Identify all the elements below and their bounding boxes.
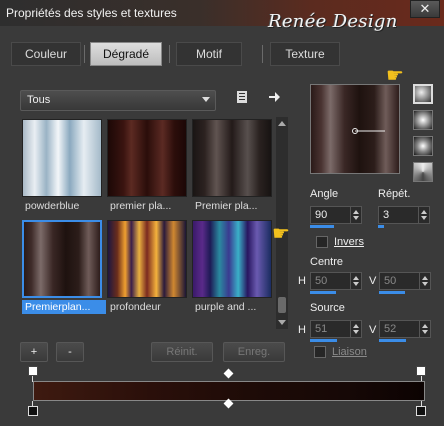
tab-divider bbox=[84, 45, 85, 63]
gradient-thumb-premier-plan[interactable] bbox=[107, 119, 187, 197]
radial-style-button[interactable] bbox=[413, 136, 433, 156]
source-h-value: 51 bbox=[315, 323, 328, 335]
pointing-hand-icon: ☛ bbox=[386, 65, 404, 87]
scroll-down-icon[interactable] bbox=[278, 320, 286, 325]
watermark: Renée Design bbox=[268, 11, 398, 32]
repeat-value: 3 bbox=[383, 209, 390, 221]
center-h-label: H bbox=[298, 275, 306, 287]
gradient-bar[interactable] bbox=[33, 381, 425, 401]
center-h-slider[interactable] bbox=[310, 291, 336, 294]
center-v-input[interactable]: 50 bbox=[379, 272, 431, 290]
repeat-label: Répét. bbox=[378, 188, 411, 200]
source-v-slider[interactable] bbox=[379, 339, 406, 342]
linear-style-button[interactable] bbox=[413, 84, 433, 104]
angle-input[interactable]: 90 bbox=[310, 206, 362, 224]
gradient-caption: Premierplan... bbox=[22, 300, 106, 314]
tab-divider bbox=[169, 45, 170, 63]
source-h-input[interactable]: 51 bbox=[310, 320, 362, 338]
link-label: Liaison bbox=[332, 346, 367, 358]
invert-label: Invers bbox=[334, 236, 364, 248]
angle-spinner[interactable] bbox=[350, 207, 361, 223]
tab-couleur[interactable]: Couleur bbox=[11, 42, 81, 66]
tab-degrade[interactable]: Dégradé bbox=[90, 42, 162, 66]
tab-texture[interactable]: Texture bbox=[270, 42, 340, 66]
center-v-spinner[interactable] bbox=[419, 273, 430, 289]
chevron-down-icon bbox=[202, 97, 210, 102]
angle-handle-icon bbox=[352, 128, 385, 134]
gradient-caption: Premier pla... bbox=[195, 200, 258, 212]
remove-gradient-button[interactable]: - bbox=[56, 342, 84, 362]
gradient-thumb-powderblue[interactable] bbox=[22, 119, 102, 197]
center-v-slider[interactable] bbox=[379, 291, 405, 294]
category-select-value: Tous bbox=[27, 94, 51, 106]
repeat-input[interactable]: 3 bbox=[378, 206, 430, 224]
center-h-value: 50 bbox=[315, 275, 328, 287]
opacity-stop-right[interactable] bbox=[416, 366, 426, 376]
gradient-thumb-profondeur[interactable] bbox=[107, 220, 187, 298]
gradient-thumb-purple-and[interactable] bbox=[192, 220, 272, 298]
source-v-input[interactable]: 52 bbox=[379, 320, 431, 338]
repeat-spinner[interactable] bbox=[418, 207, 429, 223]
opacity-stop-left[interactable] bbox=[28, 366, 38, 376]
category-select[interactable]: Tous bbox=[20, 90, 216, 111]
arrow-right-icon[interactable] bbox=[265, 90, 283, 108]
gradient-thumb-premier-plan-2[interactable] bbox=[192, 119, 272, 197]
angle-label: Angle bbox=[310, 188, 339, 200]
window-title: Propriétés des styles et textures bbox=[6, 6, 177, 20]
source-h-spinner[interactable] bbox=[350, 321, 361, 337]
source-h-label: H bbox=[298, 324, 306, 336]
gradient-caption: profondeur bbox=[110, 301, 161, 313]
tab-motif[interactable]: Motif bbox=[176, 42, 242, 66]
close-button[interactable]: ✕ bbox=[410, 0, 440, 18]
center-label: Centre bbox=[310, 256, 344, 268]
link-checkbox[interactable] bbox=[314, 346, 326, 358]
angle-value: 90 bbox=[315, 209, 328, 221]
scroll-thumb[interactable] bbox=[278, 297, 286, 313]
pointing-hand-icon: ☛ bbox=[272, 223, 290, 245]
tab-bar: Couleur Dégradé Motif Texture bbox=[0, 42, 444, 68]
gradient-caption: purple and ... bbox=[195, 301, 257, 313]
source-label: Source bbox=[310, 302, 345, 314]
opacity-midpoint[interactable] bbox=[223, 368, 234, 379]
tab-divider bbox=[262, 45, 263, 63]
gradient-library: powderblue premier pla... Premier pla...… bbox=[20, 117, 274, 329]
center-v-label: V bbox=[369, 275, 377, 287]
repeat-slider[interactable] bbox=[378, 225, 384, 228]
invert-checkbox[interactable] bbox=[316, 236, 328, 248]
color-stop-right[interactable] bbox=[416, 406, 426, 416]
gradient-caption: premier pla... bbox=[110, 200, 172, 212]
center-v-value: 50 bbox=[384, 275, 397, 287]
color-stop-left[interactable] bbox=[28, 406, 38, 416]
save-button[interactable]: Enreg. bbox=[223, 342, 285, 362]
sunburst-style-button[interactable] bbox=[413, 162, 433, 182]
library-icon[interactable] bbox=[233, 90, 251, 108]
source-v-value: 52 bbox=[384, 323, 397, 335]
source-v-label: V bbox=[369, 324, 377, 336]
gradient-caption: powderblue bbox=[25, 200, 80, 212]
center-h-spinner[interactable] bbox=[350, 273, 361, 289]
add-gradient-button[interactable]: + bbox=[20, 342, 48, 362]
scroll-up-icon[interactable] bbox=[278, 121, 286, 126]
gradient-preview[interactable] bbox=[310, 84, 400, 174]
rectangular-style-button[interactable] bbox=[413, 110, 433, 130]
gradient-thumb-premierplan[interactable] bbox=[22, 220, 102, 298]
reset-button[interactable]: Réinit. bbox=[151, 342, 213, 362]
source-v-spinner[interactable] bbox=[419, 321, 430, 337]
angle-slider[interactable] bbox=[310, 225, 334, 228]
center-h-input[interactable]: 50 bbox=[310, 272, 362, 290]
source-h-slider[interactable] bbox=[310, 339, 337, 342]
